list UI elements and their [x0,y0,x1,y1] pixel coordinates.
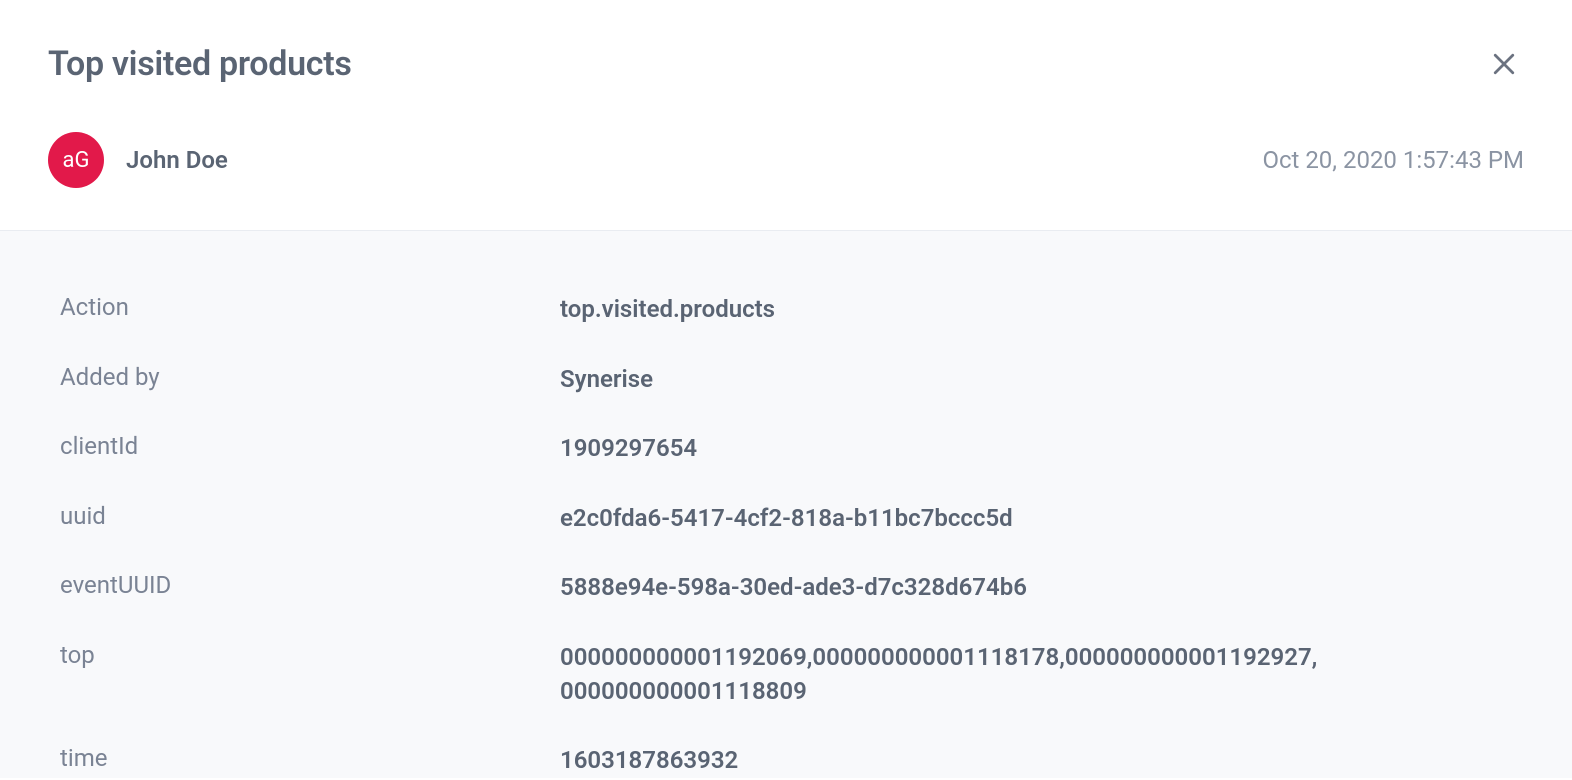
detail-value: 1603187863932 [560,744,738,778]
detail-value: 1909297654 [560,432,697,466]
detail-row-time: time 1603187863932 [60,744,1512,778]
detail-label: Added by [60,363,560,391]
detail-label: clientId [60,432,560,460]
detail-label: top [60,641,560,669]
close-button[interactable] [1484,44,1524,84]
detail-value: e2c0fda6-5417-4cf2-818a-b11bc7bccc5d [560,502,1013,536]
detail-value: 5888e94e-598a-30ed-ade3-d7c328d674b6 [560,571,1027,605]
detail-row-clientid: clientId 1909297654 [60,432,1512,466]
detail-label: eventUUID [60,571,560,599]
detail-label: uuid [60,502,560,530]
detail-row-uuid: uuid e2c0fda6-5417-4cf2-818a-b11bc7bccc5… [60,502,1512,536]
details-section: Action top.visited.products Added by Syn… [0,230,1572,778]
user-name: John Doe [126,146,228,174]
detail-row-eventuuid: eventUUID 5888e94e-598a-30ed-ade3-d7c328… [60,571,1512,605]
detail-value: 000000000001192069,000000000001118178,00… [560,641,1512,708]
user-info: aG John Doe [48,132,228,188]
panel-title: Top visited products [48,44,352,84]
avatar: aG [48,132,104,188]
detail-label: Action [60,293,560,321]
event-timestamp: Oct 20, 2020 1:57:43 PM [1262,146,1524,174]
detail-row-top: top 000000000001192069,00000000000111817… [60,641,1512,708]
detail-value: Synerise [560,363,653,397]
panel-header: Top visited products aG John Doe Oct 20,… [0,0,1572,230]
detail-row-addedby: Added by Synerise [60,363,1512,397]
user-row: aG John Doe Oct 20, 2020 1:57:43 PM [48,132,1524,230]
close-icon [1489,49,1519,79]
detail-label: time [60,744,560,772]
detail-value: top.visited.products [560,293,775,327]
detail-row-action: Action top.visited.products [60,293,1512,327]
title-row: Top visited products [48,44,1524,84]
